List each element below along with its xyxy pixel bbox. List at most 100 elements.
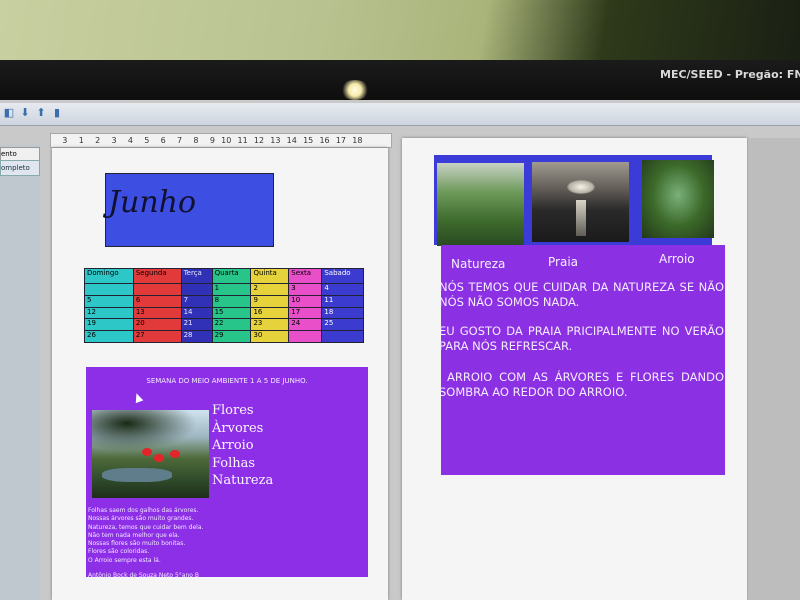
word-item: Àrvores — [212, 420, 264, 436]
calendar-header-cell: Quarta — [211, 268, 252, 284]
calendar-day-cell: 20 — [132, 318, 182, 332]
toolbar-icon[interactable]: ◧ — [2, 106, 16, 120]
calendar-day-cell: 19 — [84, 318, 134, 332]
ruler-mark: 7 — [177, 136, 183, 145]
paragraph-nature: NÓS TEMOS QUE CUIDAR DA NATUREZA SE NÃO … — [439, 280, 724, 309]
ruler-mark: 13 — [270, 136, 281, 145]
author-signature: Antônio Bock de Souza Neto 5°ano B — [88, 572, 199, 579]
left-panel — [0, 145, 40, 600]
ruler-mark: 5 — [144, 136, 150, 145]
calendar-day-cell: 27 — [132, 330, 182, 343]
paragraph-line: O Arroio sempre esta lá. — [88, 556, 161, 564]
editor-toolbar — [0, 103, 800, 126]
ruler-mark: 3 — [111, 136, 117, 145]
calendar-day-cell: 25 — [321, 318, 364, 332]
nature-paragraph: Folhas saem dos galhos das árvores. Noss… — [88, 507, 203, 565]
calendar-day-cell: 29 — [211, 330, 252, 343]
calendar-day-cell: 23 — [250, 318, 290, 332]
page-title: Junho — [108, 185, 197, 220]
workspace-right — [748, 138, 800, 600]
calendar-day-cell: 18 — [321, 306, 364, 320]
ruler-mark: 9 — [209, 136, 215, 145]
ruler-mark: 16 — [319, 136, 330, 145]
calendar-day-cell: 8 — [211, 294, 252, 308]
nature-image — [437, 163, 524, 246]
calendar-day-cell — [180, 283, 213, 296]
calendar-day-cell: 3 — [288, 283, 323, 296]
calendar-day-cell: 14 — [180, 306, 213, 320]
calendar-day-cell: 21 — [180, 318, 213, 332]
calendar-day-cell: 9 — [250, 294, 290, 308]
monitor-bezel — [0, 60, 800, 105]
calendar-day-cell: 11 — [321, 294, 364, 308]
calendar-day-cell: 28 — [180, 330, 213, 343]
calendar-header-cell: Terça — [180, 268, 213, 284]
ruler-mark: 12 — [253, 136, 265, 145]
ruler-mark: 3 — [62, 136, 68, 145]
paragraph-line: Não tem nada melhor que ela. — [88, 531, 180, 539]
calendar-header-cell: Sabado — [321, 268, 364, 284]
calendar-header-cell: Sexta — [288, 268, 323, 284]
calendar-day-cell: 22 — [211, 318, 252, 332]
ruler-mark: 15 — [303, 136, 314, 145]
calendar-day-cell — [84, 283, 134, 296]
ruler-mark: 1 — [78, 136, 84, 145]
ruler-mark: 2 — [95, 136, 101, 145]
calendar-row: 12 13 14 15 16 17 18 — [84, 306, 364, 320]
paragraph-beach: EU GOSTO DA PRAIA PRICIPALMENTE NO VERÃO… — [439, 324, 724, 353]
calendar-day-cell: 12 — [84, 306, 134, 320]
caption-arroio: Arroio — [659, 252, 695, 266]
calendar-day-cell: 4 — [321, 283, 364, 296]
calendar-day-cell: 13 — [132, 306, 182, 320]
paragraph-line: Folhas saem dos galhos das árvores. — [88, 507, 199, 514]
calendar-day-cell: 7 — [180, 294, 213, 308]
paragraph-stream: ARROIO COM AS ÁRVORES E FLORES DANDO SOM… — [439, 370, 724, 399]
arrow-down-icon[interactable]: ⬇ — [18, 106, 32, 120]
calendar-day-cell: 17 — [288, 306, 323, 320]
paragraph-line: Nossas árvores são muito grandes. — [88, 515, 194, 523]
reflection-light — [340, 80, 370, 100]
calendar-header-row: Domingo Segunda Terça Quarta Quinta Sext… — [84, 268, 364, 284]
calendar-day-cell: 2 — [250, 283, 290, 296]
stream-image — [642, 160, 714, 238]
calendar-day-cell: 16 — [250, 306, 290, 320]
monitor-brand-label: MEC/SEED - Pregão: FNDE — [660, 68, 800, 81]
calendar-header-cell: Domingo — [84, 268, 134, 284]
paragraph-line: Flores são coloridas. — [88, 548, 150, 556]
calendar-row: 19 20 21 22 23 24 25 — [84, 318, 364, 332]
toolbar-icon-small[interactable]: ▮ — [50, 106, 64, 120]
view-mode-button[interactable]: ompleto — [0, 160, 40, 176]
calendar-day-cell: 1 — [211, 283, 252, 296]
calendar-header-cell: Segunda — [132, 268, 182, 284]
calendar-day-cell: 30 — [250, 330, 290, 343]
week-title: SEMANA DO MEIO AMBIENTE 1 A 5 DE JUNHO. — [146, 377, 308, 385]
style-dropdown[interactable]: ento — [0, 147, 40, 161]
calendar-row: 5 6 7 8 9 10 11 — [84, 294, 364, 308]
ruler-mark: 14 — [286, 136, 297, 145]
nature-photo — [92, 410, 209, 498]
ruler-mark: 8 — [193, 136, 199, 145]
word-item: Folhas — [212, 455, 256, 471]
calendar-day-cell: 24 — [288, 318, 323, 332]
paragraph-line: Natureza, temos que cuidar bem dela. — [88, 523, 204, 531]
calendar-day-cell — [288, 330, 323, 343]
word-list: Flores Àrvores Arroio Folhas Natureza — [212, 402, 273, 490]
beach-image — [532, 162, 629, 242]
caption-natureza: Natureza — [451, 257, 506, 271]
word-item: Natureza — [212, 473, 274, 488]
calendar-day-cell — [132, 283, 182, 296]
ruler-mark: 6 — [160, 136, 166, 145]
arrow-up-icon[interactable]: ⬆ — [34, 106, 48, 120]
calendar-table: Domingo Segunda Terça Quarta Quinta Sext… — [84, 268, 364, 343]
calendar-day-cell — [321, 330, 364, 343]
calendar-day-cell: 6 — [132, 294, 182, 308]
caption-praia: Praia — [548, 255, 578, 269]
ruler-mark: 17 — [335, 136, 347, 145]
calendar-day-cell: 15 — [211, 306, 252, 320]
ruler-mark: 18 — [352, 136, 363, 145]
word-item: Flores — [212, 403, 254, 418]
calendar-day-cell: 26 — [84, 330, 134, 343]
ruler-mark: 11 — [237, 136, 248, 145]
ruler[interactable]: 3 1 2 3 4 5 6 7 8 9 10 11 12 13 14 15 16 17 18 — [50, 133, 392, 148]
ruler-mark: 4 — [127, 136, 133, 145]
